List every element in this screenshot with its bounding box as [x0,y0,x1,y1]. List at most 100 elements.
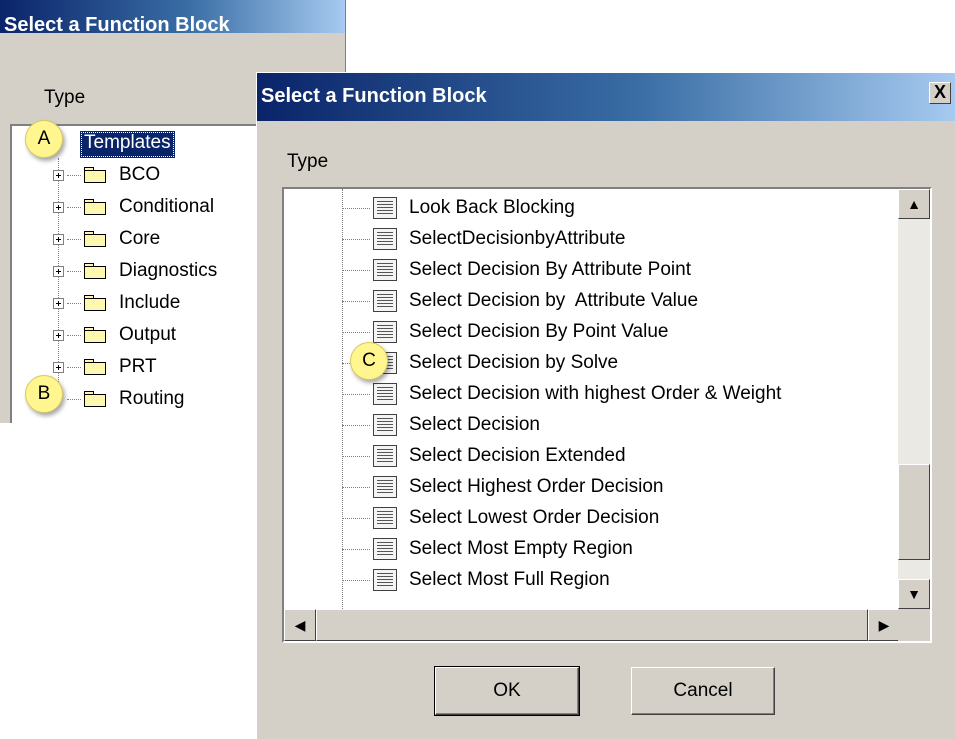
function-block-icon [373,445,397,467]
function-block-icon [373,228,397,250]
tree-item-label: Core [119,228,161,249]
horizontal-scroll-thumb[interactable] [316,609,868,641]
tree-dots [342,300,370,302]
tree-dots [342,424,370,426]
function-block-icon [373,569,397,591]
tree-item-diagnostics[interactable]: Diagnostics [53,258,217,284]
tree-item-include[interactable]: Include [53,290,180,316]
list-item-label: Select Decision By Point Value [409,321,669,342]
tree-dots [67,334,81,336]
background-type-label: Type [44,87,86,108]
tree-item-label: PRT [119,356,157,377]
scroll-up-button[interactable]: ▲ [898,189,930,219]
list-item[interactable]: Select Most Full Region [342,565,610,595]
scroll-down-button[interactable]: ▼ [898,579,930,609]
scrollbar-corner [898,609,930,641]
folder-icon [83,166,107,184]
plus-expander-icon[interactable] [53,361,64,373]
tree-dots [342,455,370,457]
list-item-label: Select Decision [409,414,540,435]
list-item[interactable]: Select Decision By Attribute Point [342,255,691,285]
tree-dots [67,270,81,272]
tree-dots [342,579,370,581]
function-block-list[interactable]: Look Back Blocking SelectDecisionbyAttri… [282,187,932,643]
list-item-label: Select Decision by Solve [409,352,619,373]
folder-icon [83,358,107,376]
list-item[interactable]: Look Back Blocking [342,193,575,223]
function-block-icon [373,259,397,281]
function-block-icon [373,197,397,219]
list-item-label: Select Most Empty Region [409,538,633,559]
list-item-label: Look Back Blocking [409,197,575,218]
type-label: Type [287,151,329,172]
tree-dots [342,331,370,333]
list-item[interactable]: Select Decision By Point Value [342,317,668,347]
folder-icon [83,230,107,248]
callout-a: A [25,120,63,158]
folder-icon [83,326,107,344]
vertical-scrollbar[interactable]: ▲ ▼ [898,189,930,609]
scroll-left-button[interactable]: ◀ [284,609,316,641]
tree-dots [342,393,370,395]
list-item[interactable]: Select Highest Order Decision [342,472,664,502]
list-item-label: Select Decision with highest Order & Wei… [409,383,782,404]
function-block-icon [373,476,397,498]
callout-b: B [25,375,63,413]
list-item-label: Select Decision Extended [409,445,626,466]
folder-icon [83,294,107,312]
list-item-label: Select Decision by Attribute Value [409,290,699,311]
tree-dots [67,366,81,368]
scroll-right-button[interactable]: ▶ [868,609,900,641]
tree-item-prt[interactable]: PRT [53,354,157,380]
list-item[interactable]: Select Decision by Attribute Value [342,286,698,316]
list-item[interactable]: SelectDecisionbyAttribute [342,224,626,254]
tree-dots [342,486,370,488]
plus-expander-icon[interactable] [53,201,64,213]
tree-dots [67,206,81,208]
list-item-label: SelectDecisionbyAttribute [409,228,626,249]
tree-item-templates[interactable]: Templates [80,131,175,158]
function-block-icon [373,538,397,560]
plus-expander-icon[interactable] [53,265,64,277]
tree-item-label: Include [119,292,181,313]
tree-item-conditional[interactable]: Conditional [53,194,214,220]
horizontal-scrollbar[interactable]: ◀ ▶ [284,609,902,641]
list-item[interactable]: Select Lowest Order Decision [342,503,659,533]
list-item-label: Select Decision By Attribute Point [409,259,691,280]
tree-item-bco[interactable]: BCO [53,162,160,188]
tree-item-routing[interactable]: Routing [67,386,185,412]
folder-icon [83,390,107,408]
close-button[interactable]: X [929,82,951,104]
tree-item-label: Conditional [119,196,215,217]
tree-item-label: BCO [119,164,161,185]
folder-icon [83,198,107,216]
tree-item-core[interactable]: Core [53,226,160,252]
function-block-icon [373,290,397,312]
plus-expander-icon[interactable] [53,297,64,309]
tree-dots [342,517,370,519]
callout-c: C [350,342,388,380]
function-block-icon [373,321,397,343]
tree-dots [342,238,370,240]
list-item[interactable]: Select Decision Extended [342,441,626,471]
list-item[interactable]: Select Most Empty Region [342,534,633,564]
list-item-label: Select Most Full Region [409,569,610,590]
list-item[interactable]: Select Decision [342,410,540,440]
plus-expander-icon[interactable] [53,233,64,245]
background-dialog-titlebar: Select a Function Block [0,0,345,36]
tree-dots [342,207,370,209]
ok-button[interactable]: OK [434,666,580,716]
tree-item-label: Diagnostics [119,260,218,281]
cancel-button[interactable]: Cancel [631,667,775,715]
vertical-scroll-thumb[interactable] [898,464,930,560]
list-item[interactable]: Select Decision with highest Order & Wei… [342,379,781,409]
plus-expander-icon[interactable] [53,169,64,181]
tree-item-output[interactable]: Output [53,322,176,348]
function-block-icon [373,507,397,529]
list-item-label: Select Highest Order Decision [409,476,664,497]
tree-item-label: Output [119,324,177,345]
tree-dots [342,548,370,550]
plus-expander-icon[interactable] [53,329,64,341]
select-function-block-dialog: Select a Function Block X Type Look Back… [256,72,955,739]
function-block-icon [373,414,397,436]
